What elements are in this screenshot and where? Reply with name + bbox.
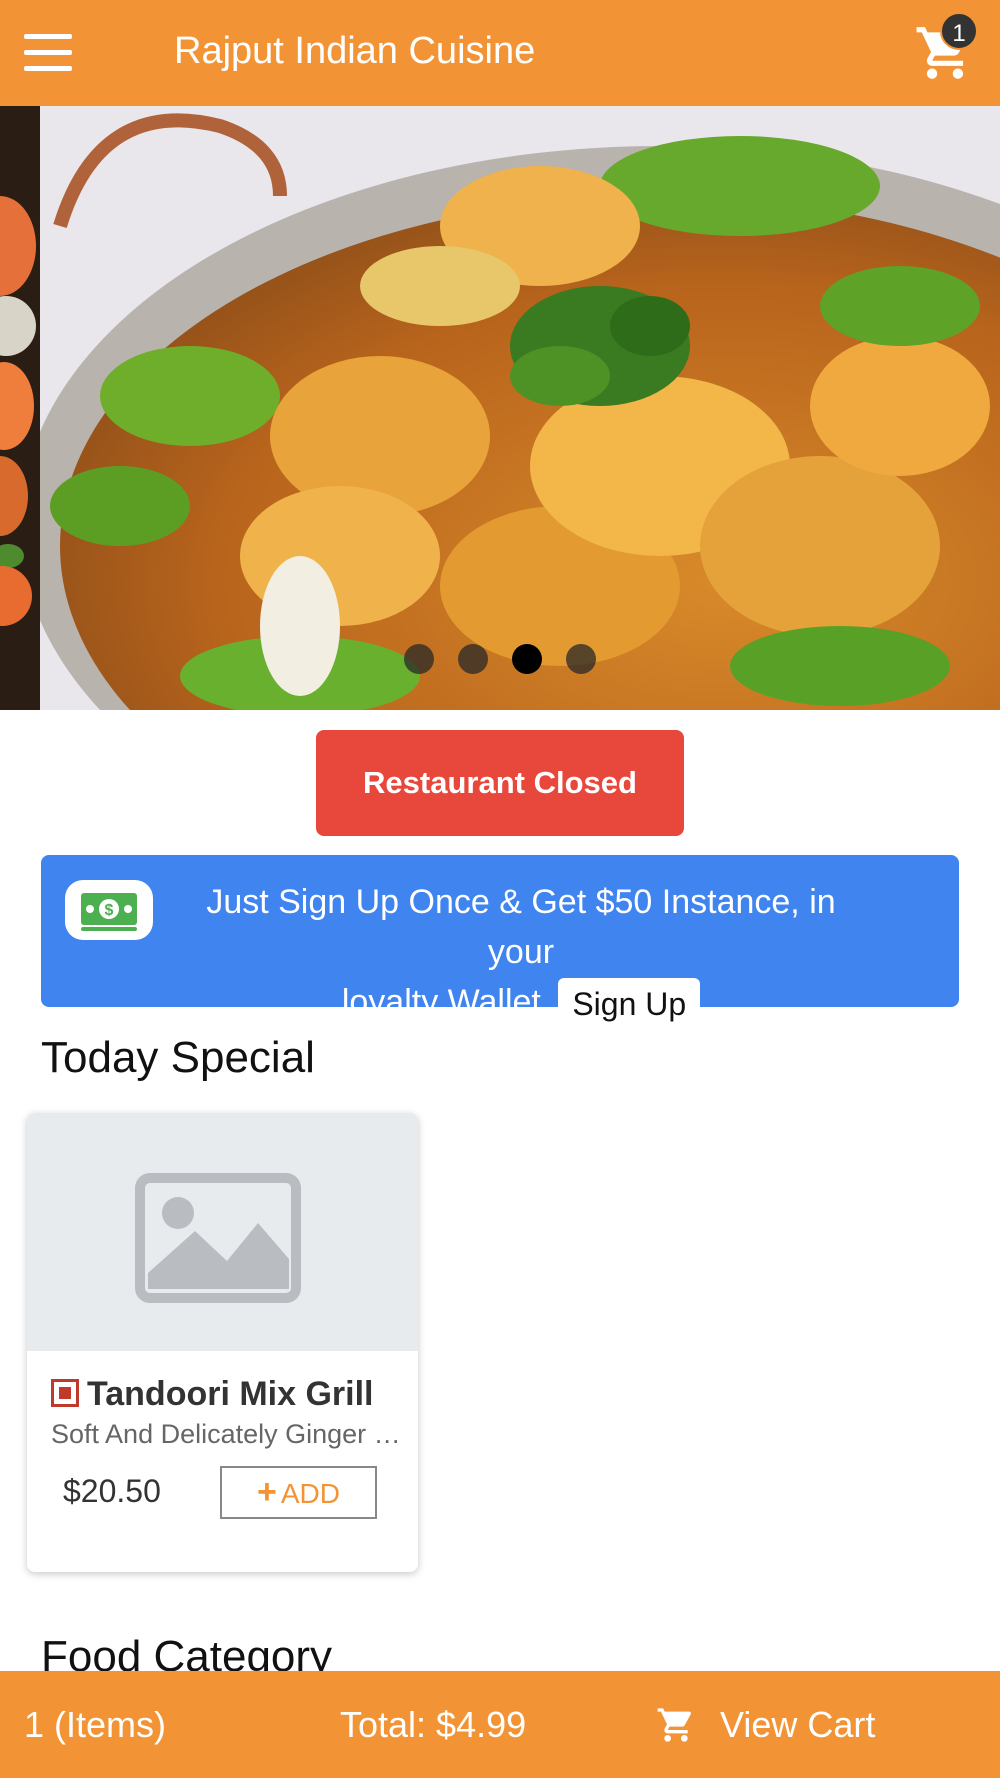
- special-item-card[interactable]: Tandoori Mix Grill Soft And Delicately G…: [27, 1113, 418, 1572]
- carousel-dot[interactable]: [404, 644, 434, 674]
- carousel-dots: [404, 644, 596, 674]
- loyalty-promo-banner: $ Just Sign Up Once & Get $50 Instance, …: [41, 855, 959, 1031]
- image-placeholder-icon: [135, 1173, 301, 1303]
- cart-count-badge: 1: [940, 12, 978, 50]
- image-carousel[interactable]: [0, 106, 1000, 710]
- carousel-dot[interactable]: [566, 644, 596, 674]
- sign-up-button[interactable]: Sign Up: [558, 978, 701, 1031]
- dish-price: $20.50: [63, 1473, 161, 1509]
- non-veg-indicator-icon: [51, 1379, 79, 1407]
- svg-text:$: $: [105, 902, 114, 919]
- app-header: Rajput Indian Cuisine 1: [0, 0, 1000, 106]
- image-placeholder: [27, 1113, 418, 1351]
- carousel-previous-slide: [0, 106, 40, 710]
- dish-description: Soft And Delicately Ginger Garlic Flavor…: [51, 1419, 401, 1449]
- cart-summary-bar: 1 (Items) Total: $4.99 View Cart: [0, 1671, 1000, 1778]
- carousel-dot[interactable]: [458, 644, 488, 674]
- add-button-label: ADD: [280, 1478, 340, 1509]
- hamburger-menu-icon[interactable]: [24, 34, 74, 72]
- add-to-cart-button[interactable]: + ADD: [220, 1466, 377, 1519]
- dish-name: Tandoori Mix Grill: [87, 1375, 374, 1413]
- promo-text-line1: Just Sign Up Once & Get $50 Instance, in…: [206, 883, 836, 971]
- app-title: Rajput Indian Cuisine: [174, 30, 536, 72]
- cash-icon: $: [65, 880, 153, 940]
- carousel-dot-active[interactable]: [512, 644, 542, 674]
- cart-total: Total: $4.99: [340, 1704, 527, 1745]
- plus-icon: +: [257, 1473, 277, 1511]
- today-special-heading: Today Special: [41, 1033, 315, 1082]
- food-dish-photo: [40, 106, 1000, 710]
- promo-message: Just Sign Up Once & Get $50 Instance, in…: [171, 877, 871, 1031]
- app-screen: Rajput Indian Cuisine 1 Restaurant Close…: [0, 0, 1000, 1778]
- cart-icon: [657, 1708, 692, 1742]
- view-cart-button[interactable]: View Cart: [656, 1697, 875, 1753]
- view-cart-label: View Cart: [720, 1704, 876, 1745]
- promo-text-line2: loyalty Wallet.: [341, 983, 551, 1021]
- cart-items-count: 1 (Items): [24, 1704, 167, 1745]
- restaurant-closed-button[interactable]: Restaurant Closed: [316, 730, 684, 836]
